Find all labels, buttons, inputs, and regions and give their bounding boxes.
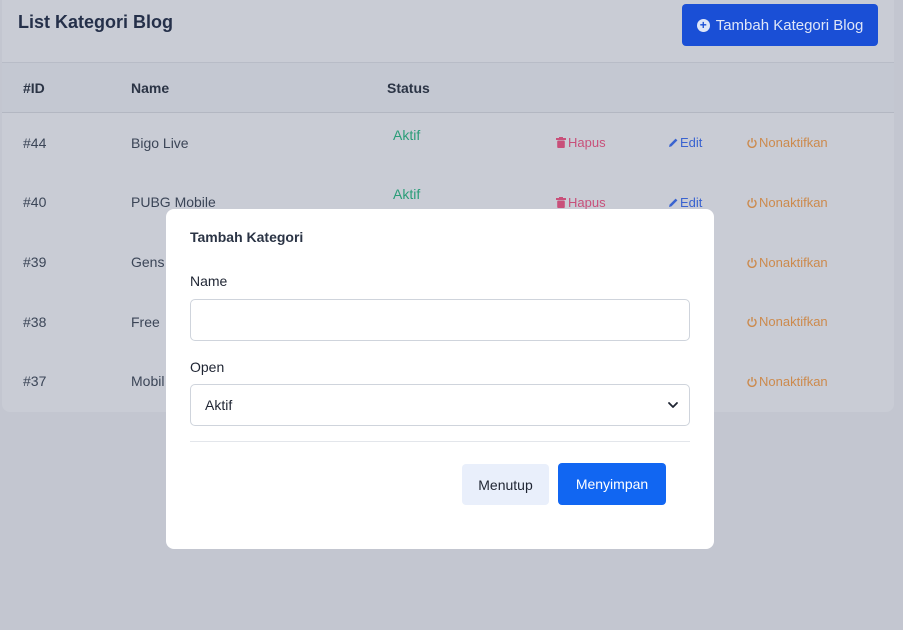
- deactivate-label: Nonaktifkan: [759, 314, 828, 329]
- pencil-icon: [669, 138, 678, 147]
- row-name: Free: [131, 314, 160, 330]
- edit-button[interactable]: Edit: [668, 195, 702, 210]
- power-icon: [747, 377, 757, 387]
- deactivate-label: Nonaktifkan: [759, 374, 828, 389]
- open-label: Open: [190, 359, 225, 375]
- trash-icon: [556, 137, 566, 148]
- delete-button[interactable]: Hapus: [556, 135, 606, 150]
- delete-label: Hapus: [568, 135, 606, 150]
- name-label: Name: [190, 273, 228, 289]
- power-icon: [747, 258, 757, 268]
- table-header: #ID Name Status: [2, 63, 894, 113]
- name-input[interactable]: [190, 299, 690, 341]
- row-id: #38: [23, 314, 47, 330]
- add-category-modal: Tambah Kategori Name Open Aktif Menutup …: [166, 209, 714, 549]
- row-name: PUBG Mobile: [131, 194, 216, 210]
- row-name: Gens: [131, 254, 165, 270]
- row-id: #39: [23, 254, 47, 270]
- row-id: #44: [23, 135, 47, 151]
- delete-label: Hapus: [568, 195, 606, 210]
- edit-button[interactable]: Edit: [668, 135, 702, 150]
- row-id: #37: [23, 373, 47, 389]
- deactivate-button[interactable]: Nonaktifkan: [747, 314, 828, 329]
- chevron-down-icon: [668, 402, 678, 408]
- power-icon: [747, 317, 757, 327]
- deactivate-button[interactable]: Nonaktifkan: [747, 135, 828, 150]
- trash-icon: [556, 197, 566, 208]
- add-category-button-label: Tambah Kategori Blog: [715, 16, 864, 34]
- open-select-value: Aktif: [205, 397, 233, 413]
- close-button[interactable]: Menutup: [462, 464, 549, 505]
- deactivate-label: Nonaktifkan: [759, 195, 828, 210]
- row-id: #40: [23, 194, 47, 210]
- add-category-button[interactable]: + Tambah Kategori Blog: [682, 4, 878, 46]
- power-icon: [747, 138, 757, 148]
- deactivate-button[interactable]: Nonaktifkan: [747, 255, 828, 270]
- deactivate-label: Nonaktifkan: [759, 135, 828, 150]
- delete-button[interactable]: Hapus: [556, 195, 606, 210]
- save-button[interactable]: Menyimpan: [558, 463, 666, 505]
- row-name: Mobil: [131, 373, 165, 389]
- page-title: List Kategori Blog: [18, 12, 174, 32]
- row-name: Bigo Live: [131, 135, 189, 151]
- deactivate-button[interactable]: Nonaktifkan: [747, 195, 828, 210]
- status-badge: Aktif: [393, 127, 421, 143]
- plus-circle-icon: +: [696, 18, 710, 32]
- deactivate-label: Nonaktifkan: [759, 255, 828, 270]
- deactivate-button[interactable]: Nonaktifkan: [747, 374, 828, 389]
- edit-label: Edit: [680, 195, 703, 210]
- column-header-status: Status: [387, 80, 430, 96]
- power-icon: [747, 198, 757, 208]
- column-header-name: Name: [131, 80, 170, 96]
- edit-label: Edit: [680, 135, 703, 150]
- status-badge: Aktif: [393, 186, 421, 202]
- modal-divider: [190, 441, 690, 442]
- modal-title: Tambah Kategori: [190, 229, 304, 245]
- table-row: #44 Bigo Live Aktif Hapus Edit Nonaktifk…: [2, 113, 894, 173]
- column-header-id: #ID: [23, 80, 45, 96]
- card-header: List Kategori Blog + Tambah Kategori Blo…: [2, 0, 894, 63]
- pencil-icon: [669, 198, 678, 207]
- open-select[interactable]: Aktif: [190, 384, 690, 426]
